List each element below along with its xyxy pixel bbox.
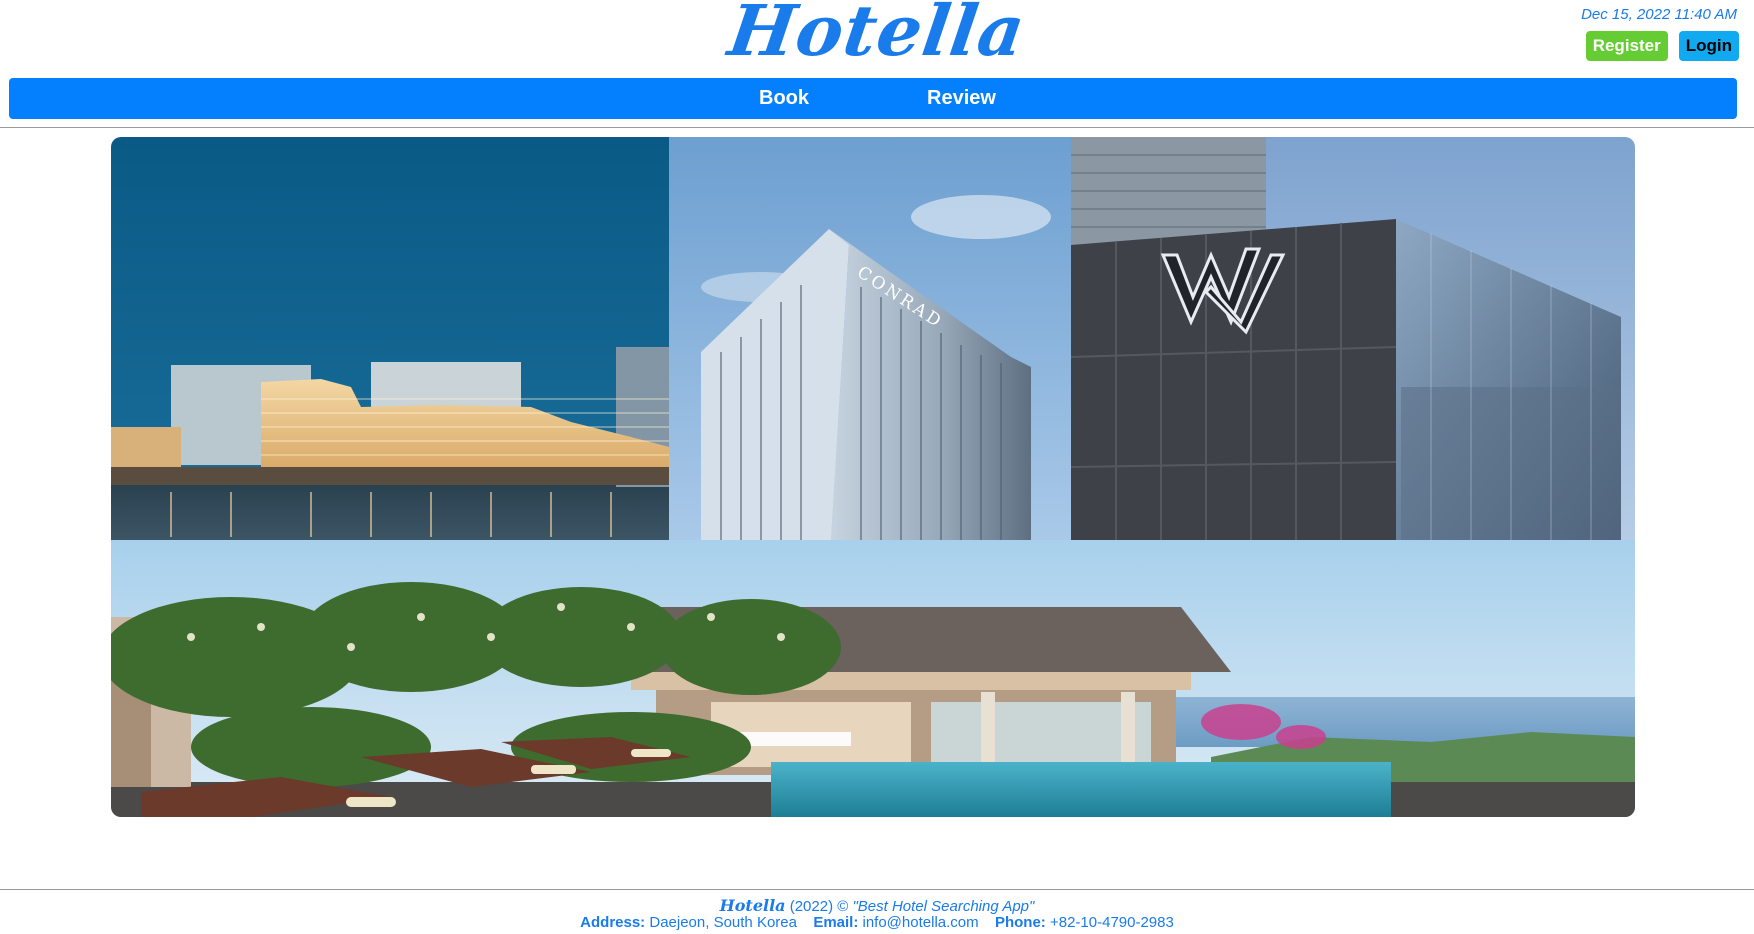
main-navbar: Book Review xyxy=(9,78,1737,119)
auth-buttons: Register Login xyxy=(1585,31,1739,61)
footer-year: (2022) © xyxy=(789,898,849,915)
resort-pool-villa-photo xyxy=(111,540,1635,817)
email-label: Email: xyxy=(813,914,859,931)
footer-slogan: "Best Hotel Searching App" xyxy=(852,898,1035,915)
phone-label: Phone: xyxy=(994,914,1046,931)
register-button[interactable]: Register xyxy=(1585,31,1668,61)
login-button[interactable]: Login xyxy=(1678,31,1739,61)
site-logo[interactable]: Hotella xyxy=(0,0,1754,72)
header-divider xyxy=(0,127,1754,128)
riverside-hotel-photo xyxy=(111,137,669,540)
conrad-tower-photo: CONRAD xyxy=(669,137,1071,540)
nav-review[interactable]: Review xyxy=(927,78,996,119)
phone-value: +82-10-4790-2983 xyxy=(1049,914,1174,931)
address-label: Address: xyxy=(580,914,646,931)
footer-divider xyxy=(0,889,1754,890)
footer-logo: Hotella xyxy=(719,896,786,915)
email-value[interactable]: info@hotella.com xyxy=(863,914,979,931)
nav-book[interactable]: Book xyxy=(759,78,809,119)
page: Hotella Dec 15, 2022 11:40 AM Register L… xyxy=(0,0,1754,934)
hero-collage: CONRAD xyxy=(111,137,1635,817)
current-datetime: Dec 15, 2022 11:40 AM xyxy=(1581,6,1737,23)
footer-contact: Address: Daejeon, South Korea Email: inf… xyxy=(0,914,1754,932)
address-value: Daejeon, South Korea xyxy=(649,914,797,931)
w-hotel-photo xyxy=(1070,137,1635,540)
